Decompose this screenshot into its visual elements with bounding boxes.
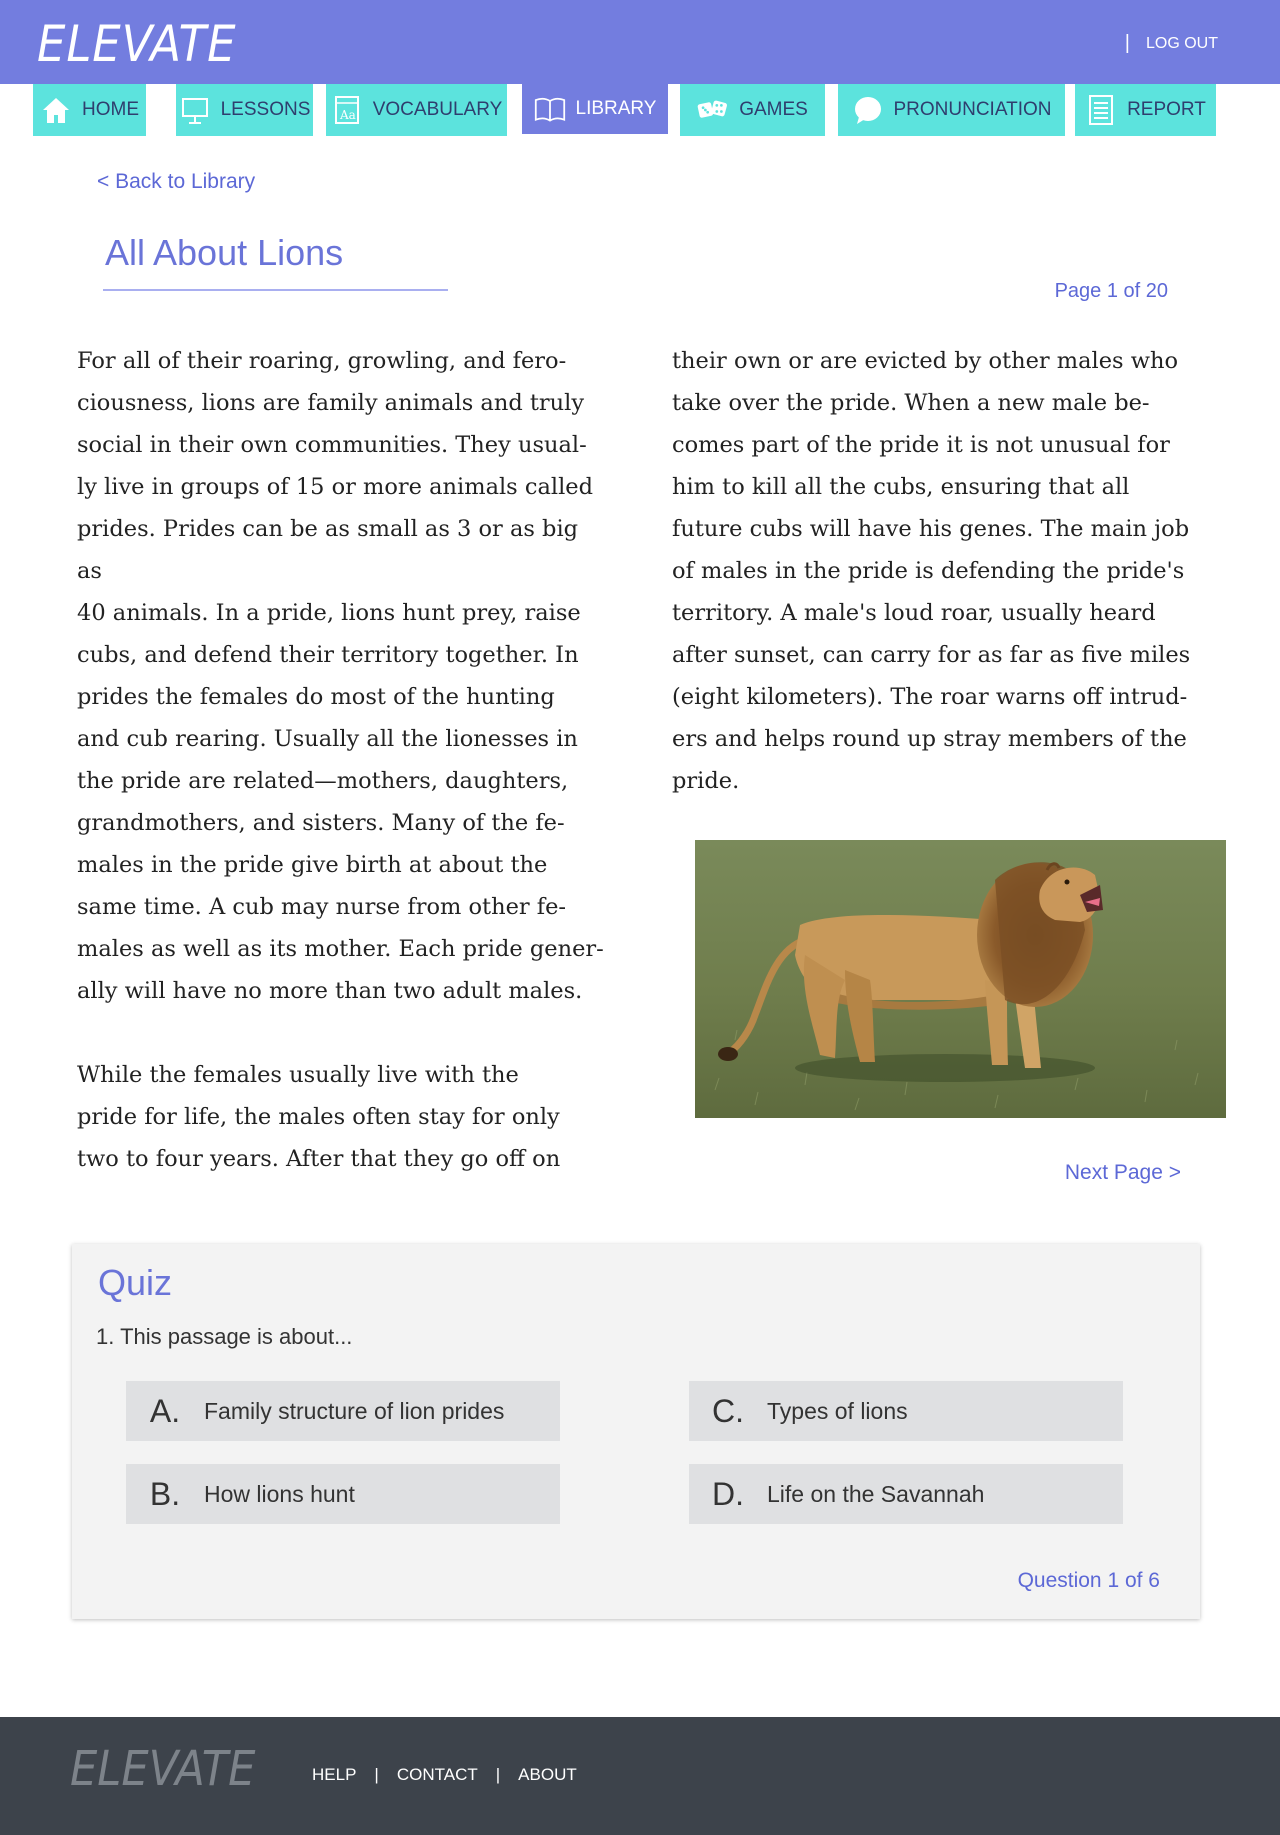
tab-report[interactable]: REPORT: [1075, 84, 1216, 136]
tab-games[interactable]: GAMES: [680, 84, 825, 136]
presentation-board-icon: [179, 94, 211, 126]
answer-text: Family structure of lion prides: [204, 1397, 505, 1424]
footer-link-help[interactable]: HELP: [312, 1765, 356, 1785]
elevate-logo[interactable]: ELEVATE: [37, 14, 236, 74]
tab-label: REPORT: [1127, 99, 1206, 120]
tab-label: GAMES: [739, 99, 808, 120]
main-nav: HOME LESSONS Aa VOCABULARY LIBRARY GAMES…: [33, 84, 1248, 136]
dice-icon: [697, 94, 729, 126]
lion-photo: [695, 840, 1226, 1118]
tab-vocabulary[interactable]: Aa VOCABULARY: [326, 84, 507, 136]
answer-text: How lions hunt: [204, 1480, 355, 1507]
answer-option-b[interactable]: B. How lions hunt: [126, 1464, 560, 1524]
home-icon: [40, 94, 72, 126]
next-page-link[interactable]: Next Page >: [1065, 1161, 1181, 1185]
top-header: ELEVATE | LOG OUT: [0, 0, 1280, 84]
logout-link[interactable]: LOG OUT: [1146, 35, 1218, 53]
tab-label: VOCABULARY: [372, 99, 503, 120]
report-document-icon: [1085, 94, 1117, 126]
answer-letter: B.: [149, 1475, 181, 1512]
article-paragraph: their own or are evicted by other males …: [672, 348, 1191, 794]
footer-link-contact[interactable]: CONTACT: [397, 1765, 478, 1785]
tab-lessons[interactable]: LESSONS: [176, 84, 313, 136]
logout-area: | LOG OUT: [1125, 32, 1218, 55]
divider: |: [1124, 32, 1130, 54]
answer-option-d[interactable]: D. Life on the Savannah: [689, 1464, 1123, 1524]
page-title: All About Lions: [105, 232, 344, 273]
answer-letter: A.: [149, 1392, 181, 1429]
speech-bubble-icon: [852, 94, 884, 126]
footer-links: HELP | CONTACT | ABOUT: [312, 1765, 577, 1785]
quiz-title: Quiz: [98, 1262, 173, 1303]
quiz-question: 1. This passage is about...: [96, 1324, 353, 1349]
title-divider: [103, 289, 448, 291]
quiz-panel: Quiz 1. This passage is about... A. Fami…: [72, 1244, 1200, 1619]
article-paragraph: For all of their roaring, growling, and …: [77, 348, 604, 1004]
answer-text: Life on the Savannah: [767, 1480, 985, 1507]
answer-letter: C.: [712, 1392, 744, 1429]
article-column-right: their own or are evicted by other males …: [672, 340, 1212, 844]
tab-label: LIBRARY: [575, 98, 657, 119]
svg-text:Aa: Aa: [339, 108, 356, 122]
tab-label: PRONUNCIATION: [893, 99, 1052, 120]
divider: |: [495, 1765, 501, 1784]
page-indicator: Page 1 of 20: [1054, 280, 1168, 302]
footer-link-about[interactable]: ABOUT: [518, 1765, 577, 1785]
article-column-left: For all of their roaring, growling, and …: [77, 340, 607, 1222]
answer-text: Types of lions: [767, 1397, 908, 1424]
divider: |: [374, 1765, 379, 1784]
tab-home[interactable]: HOME: [33, 84, 146, 136]
answer-letter: D.: [712, 1475, 744, 1512]
tab-label: LESSONS: [220, 99, 311, 120]
tab-library[interactable]: LIBRARY: [522, 84, 668, 134]
back-to-library-link[interactable]: < Back to Library: [97, 170, 255, 194]
footer-logo[interactable]: ELEVATE: [70, 1741, 255, 1797]
tab-label: HOME: [82, 99, 139, 120]
answer-option-a[interactable]: A. Family structure of lion prides: [126, 1381, 560, 1441]
tab-pronunciation[interactable]: PRONUNCIATION: [838, 84, 1065, 136]
site-footer: ELEVATE HELP | CONTACT | ABOUT: [0, 1717, 1280, 1835]
dictionary-icon: Aa: [331, 94, 363, 126]
answer-option-c[interactable]: C. Types of lions: [689, 1381, 1123, 1441]
open-book-icon: [534, 93, 566, 125]
question-counter: Question 1 of 6: [1017, 1569, 1160, 1592]
article-paragraph: While the females usually live with the …: [77, 1062, 561, 1172]
